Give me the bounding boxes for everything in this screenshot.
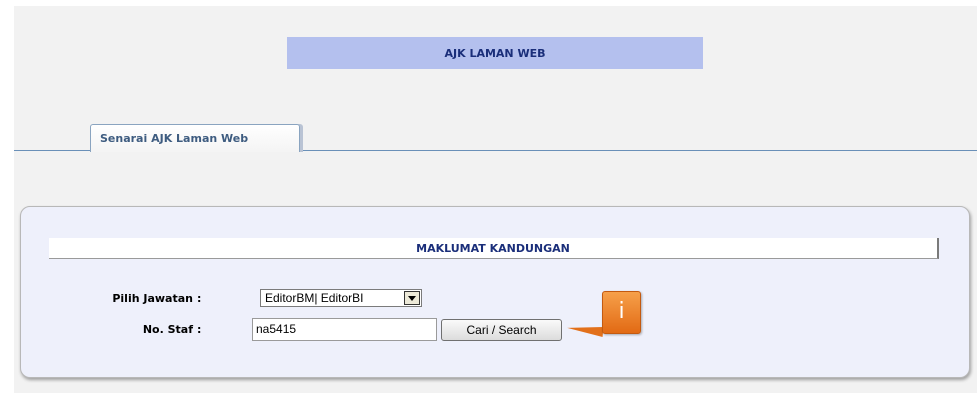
search-button[interactable]: Cari / Search — [441, 319, 562, 341]
jawatan-colon: : — [197, 292, 202, 305]
staff-label: No. Staf — [142, 323, 193, 336]
content-panel: MAKLUMAT KANDUNGAN Pilih Jawatan : Edito… — [20, 206, 970, 378]
page-title: AJK LAMAN WEB — [287, 37, 703, 69]
jawatan-select-value: EditorBM| EditorBI — [265, 291, 364, 305]
jawatan-select[interactable]: EditorBM| EditorBI — [260, 289, 422, 307]
staff-number-input[interactable]: na5415 — [252, 318, 437, 341]
info-callout-icon: i — [602, 291, 641, 334]
chevron-down-icon[interactable] — [404, 291, 420, 305]
jawatan-label: Pilih Jawatan — [112, 292, 193, 305]
tab-senarai-ajk[interactable]: Senarai AJK Laman Web — [90, 124, 300, 152]
staff-colon: : — [197, 323, 202, 336]
section-title: MAKLUMAT KANDUNGAN — [49, 238, 939, 259]
